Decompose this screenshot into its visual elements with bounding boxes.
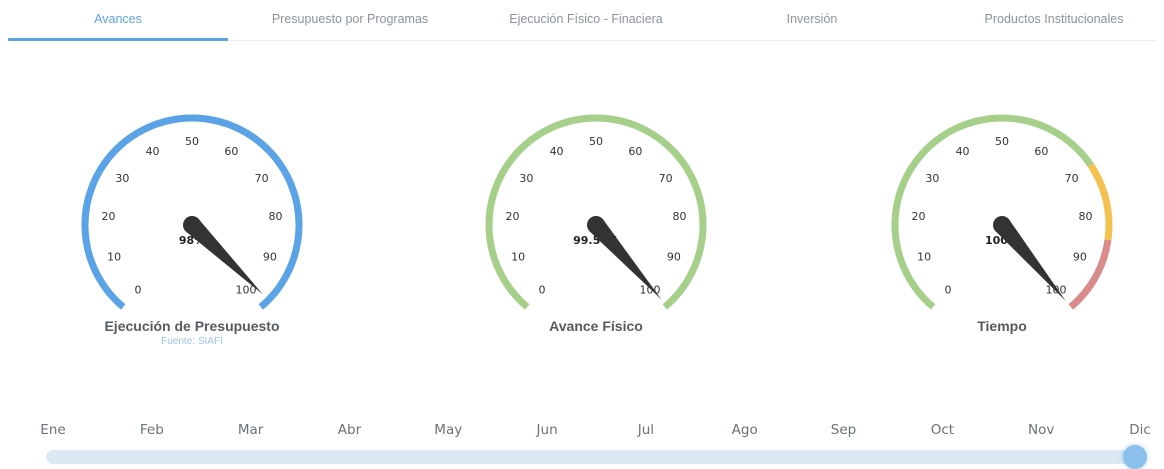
gauge-tick-label: 30 — [925, 172, 939, 185]
gauge-tick-label: 50 — [995, 135, 1009, 148]
gauge-source: Fuente: SIAFI — [161, 336, 223, 347]
gauge-dial: 010203040506070809010098% — [81, 114, 303, 310]
gauge-tick-label: 40 — [550, 145, 564, 158]
gauge-tick-label: 30 — [519, 172, 533, 185]
month-label-jun[interactable]: Jun — [537, 422, 558, 438]
gauge-tick-label: 70 — [255, 172, 269, 185]
gauge-tick-label: 0 — [135, 283, 142, 296]
gauge-tick-label: 80 — [1079, 210, 1093, 223]
gauge-tick-label: 70 — [659, 172, 673, 185]
gauge-tick-label: 20 — [101, 210, 115, 223]
gauge-needle-pivot — [587, 216, 605, 234]
gauge-tick-label: 70 — [1065, 172, 1079, 185]
gauge-tick-label: 90 — [667, 250, 681, 263]
gauge-tick-label: 60 — [628, 145, 642, 158]
gauge-title: Avance Físico — [549, 318, 643, 334]
gauge-band — [1087, 163, 1113, 241]
gauge-tick-label: 20 — [505, 210, 519, 223]
month-label-dic[interactable]: Dic — [1129, 422, 1151, 438]
gauge-tick-label: 80 — [269, 210, 283, 223]
month-label-may[interactable]: May — [434, 422, 462, 438]
gauges-panel: 0 10 20 30 40 50 60 70 80 90 100 98% Ejecución de P… — [0, 0, 1164, 380]
gauge-tick-label: 0 — [539, 283, 546, 296]
gauge-tick-label: 30 — [115, 172, 129, 185]
gauge-avance-fisico: 0 10 20 30 40 50 60 70 80 90 100 99.54% Avance Físi… — [466, 95, 726, 334]
month-label-feb[interactable]: Feb — [140, 422, 164, 438]
gauge-tick-label: 10 — [511, 250, 525, 263]
gauge-tick-label: 80 — [673, 210, 687, 223]
month-label-nov[interactable]: Nov — [1028, 422, 1054, 438]
gauge-tiempo: 0102030405060708090100100% Tiempo — [872, 95, 1132, 334]
month-label-ene[interactable]: Ene — [40, 422, 65, 438]
month-label-mar[interactable]: Mar — [238, 422, 263, 438]
gauge-needle-pivot — [993, 216, 1011, 234]
gauge-dial: 0102030405060708090100100% — [891, 114, 1113, 310]
gauge-tick-label: 60 — [224, 145, 238, 158]
gauge-ejecucion-presupuesto: 0 10 20 30 40 50 60 70 80 90 100 98% Ejecución de P… — [62, 95, 322, 347]
gauge-title: Tiempo — [977, 318, 1027, 334]
gauge-tick-label: 40 — [146, 145, 160, 158]
month-slider-thumb[interactable] — [1123, 445, 1147, 469]
gauge-tick-label: 90 — [1073, 250, 1087, 263]
month-label-ago[interactable]: Ago — [732, 422, 758, 438]
month-label-oct[interactable]: Oct — [931, 422, 954, 438]
gauge-tick-label: 40 — [956, 145, 970, 158]
month-slider-track[interactable] — [46, 450, 1138, 464]
month-label-sep[interactable]: Sep — [831, 422, 856, 438]
gauge-tick-label: 90 — [263, 250, 277, 263]
gauge-dial: 010203040506070809010099.54% — [485, 114, 707, 310]
gauge-tick-label: 10 — [107, 250, 121, 263]
gauge-tick-label: 20 — [911, 210, 925, 223]
month-timeline: Ene Feb Mar Abr May Jun Jul Ago Sep Oct Nov Dic — [0, 400, 1164, 469]
gauge-tick-label: 50 — [589, 135, 603, 148]
gauge-tick-label: 10 — [917, 250, 931, 263]
gauge-title: Ejecución de Presupuesto — [104, 318, 280, 334]
gauge-needle-pivot — [183, 216, 201, 234]
month-label-abr[interactable]: Abr — [338, 422, 361, 438]
gauge-tick-label: 0 — [945, 283, 952, 296]
gauge-tick-label: 50 — [185, 135, 199, 148]
month-label-jul[interactable]: Jul — [638, 422, 654, 438]
gauge-tick-label: 60 — [1034, 145, 1048, 158]
